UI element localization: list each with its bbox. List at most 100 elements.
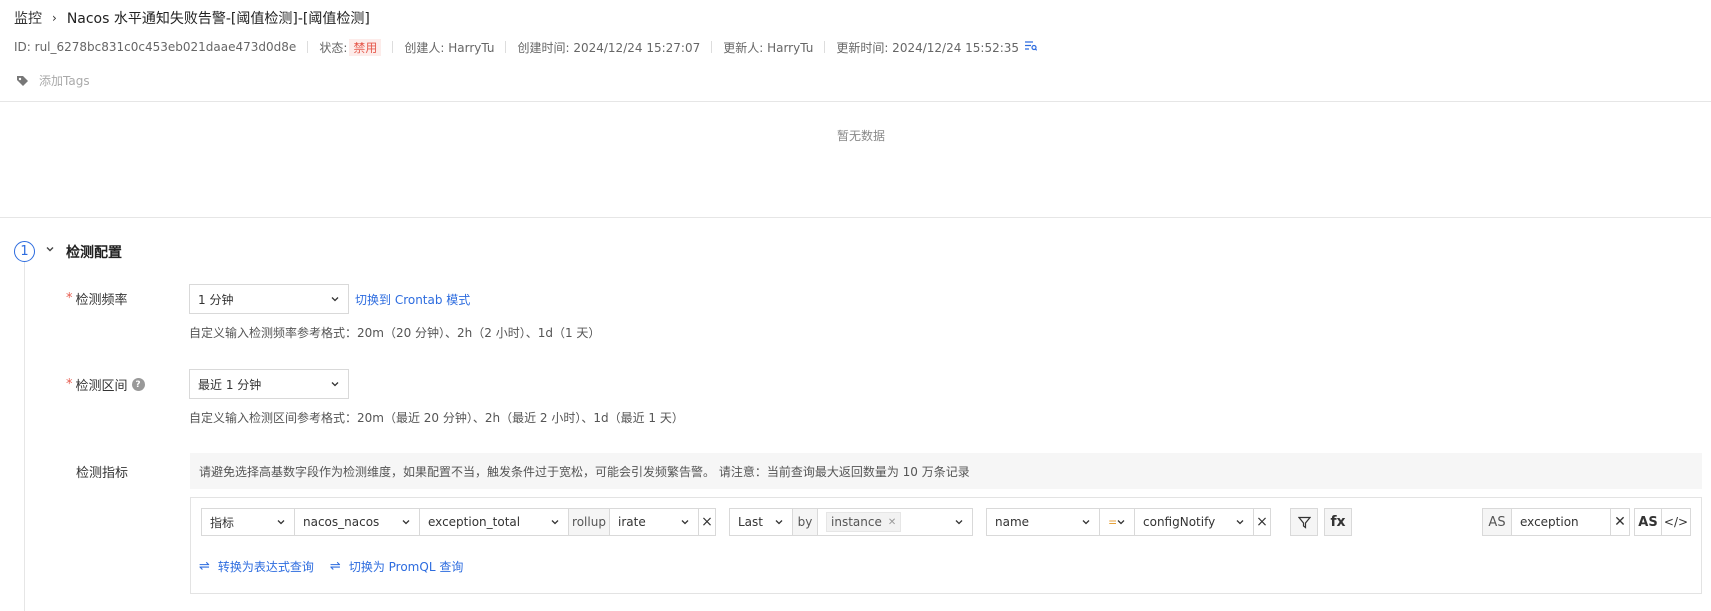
function-button[interactable]: fx — [1324, 508, 1352, 536]
rule-id: ID: rul_6278bc831c0c453eb021daae473d0d8e — [14, 40, 297, 54]
chevron-down-icon — [954, 517, 964, 527]
rollup-label: rollup — [568, 508, 610, 536]
frequency-label: 检测频率 — [75, 293, 128, 308]
created-at: 创建时间: 2024/12/24 15:27:07 — [517, 40, 701, 55]
group-by-chip-label: instance — [831, 515, 882, 529]
chevron-down-icon — [401, 517, 411, 527]
close-icon: × — [701, 514, 713, 530]
page-header: 监控 › Nacos 水平通知失败告警-[阈值检测]-[阈值检测] ID: ru… — [0, 0, 1711, 102]
meta-divider — [307, 41, 309, 53]
interval-hint: 自定义输入检测区间参考格式：20m（最近 20 分钟）、2h（最近 2 小时）、… — [189, 411, 684, 425]
chevron-down-icon — [1235, 517, 1245, 527]
alias-input[interactable]: exception — [1511, 508, 1611, 536]
breadcrumb-separator-icon: › — [52, 11, 57, 25]
close-icon: ✕ — [1614, 514, 1626, 530]
chevron-down-icon — [680, 517, 690, 527]
group-by-chip: instance ✕ — [826, 512, 902, 532]
chevron-down-icon — [774, 517, 784, 527]
switch-arrows-icon: ⇌ — [329, 559, 341, 574]
add-tags-button[interactable]: 添加Tags — [16, 72, 90, 89]
remove-filter-button[interactable]: × — [1253, 508, 1271, 536]
rollup-func-select[interactable]: irate — [609, 508, 699, 536]
chevron-down-icon — [276, 517, 286, 527]
add-tags-label: 添加Tags — [39, 74, 90, 88]
filter-key-select[interactable]: name — [986, 508, 1100, 536]
query-type-value: 指标 — [210, 515, 235, 530]
section-title: 检测配置 — [66, 245, 122, 261]
measurement-select[interactable]: nacos_nacos — [294, 508, 420, 536]
collapse-chevron-icon[interactable] — [45, 244, 55, 257]
interval-value: 最近 1 分钟 — [198, 377, 262, 392]
chevron-down-icon — [330, 379, 340, 389]
query-type-select[interactable]: 指标 — [201, 508, 295, 536]
group-by-select[interactable]: instance ✕ — [817, 508, 973, 536]
by-label: by — [792, 508, 818, 536]
switch-crontab-link[interactable]: 切换到 Crontab 模式 — [355, 291, 470, 308]
breadcrumb-parent-link[interactable]: 监控 — [14, 8, 42, 28]
chevron-down-icon — [330, 294, 340, 304]
code-view-button[interactable]: </> — [1661, 508, 1691, 536]
page-title: Nacos 水平通知失败告警-[阈值检测]-[阈值检测] — [66, 11, 370, 27]
filter-operator-value: = — [1108, 515, 1116, 529]
required-mark: * — [66, 291, 73, 306]
to-promql-label: 切换为 PromQL 查询 — [348, 560, 464, 574]
close-icon: × — [1256, 514, 1268, 530]
filter-operator-select[interactable]: = — [1099, 508, 1135, 536]
chevron-down-icon — [1116, 517, 1126, 527]
metric-label: 检测指标 — [76, 466, 129, 481]
switch-arrows-icon: ⇌ — [199, 559, 210, 574]
clear-alias-button[interactable]: ✕ — [1610, 508, 1630, 536]
to-promql-button[interactable]: ⇌ 切换为 PromQL 查询 — [330, 558, 463, 575]
to-expression-label: 转换为表达式查询 — [217, 560, 314, 574]
field-value: exception_total — [428, 515, 521, 529]
query-builder: 指标 nacos_nacos exception_total rollup ir… — [190, 497, 1702, 594]
empty-state-text: 暂无数据 — [837, 129, 886, 143]
metric-notice: 请避免选择高基数字段作为检测维度，如果配置不当，触发条件过于宽松，可能会引发频繁… — [190, 453, 1702, 489]
status-label: 状态: — [319, 40, 348, 55]
frequency-label-wrap: * 检测频率 — [66, 289, 128, 308]
measurement-value: nacos_nacos — [303, 515, 380, 529]
rule-meta: ID: rul_6278bc831c0c453eb021daae473d0d8e… — [14, 38, 1038, 56]
to-expression-button[interactable]: ⇌ 转换为表达式查询 — [199, 558, 314, 575]
tag-icon — [17, 75, 28, 86]
breadcrumb: 监控 › Nacos 水平通知失败告警-[阈值检测]-[阈值检测] — [14, 8, 370, 28]
interval-label: 检测区间 — [75, 379, 128, 394]
chevron-down-icon — [550, 517, 560, 527]
interval-select[interactable]: 最近 1 分钟 — [189, 369, 349, 399]
step-number: 1 — [14, 241, 35, 262]
filter-value-select[interactable]: configNotify — [1134, 508, 1254, 536]
field-select[interactable]: exception_total — [419, 508, 569, 536]
filter-icon — [1297, 516, 1311, 529]
remove-rollup-button[interactable]: × — [698, 508, 716, 536]
as-label: AS — [1482, 508, 1512, 536]
meta-divider — [505, 41, 507, 53]
code-icon: </> — [1663, 515, 1689, 529]
meta-divider — [711, 41, 713, 53]
query-actions: ⇌ 转换为表达式查询 ⇌ 切换为 PromQL 查询 — [199, 558, 479, 575]
remove-chip-icon[interactable]: ✕ — [888, 517, 896, 528]
chart-preview: 暂无数据 — [0, 103, 1711, 218]
alias-toggle-button[interactable]: AS — [1634, 508, 1662, 536]
meta-divider — [392, 41, 394, 53]
updated-at: 更新时间: 2024/12/24 15:52:35 — [836, 40, 1020, 55]
frequency-hint: 自定义输入检测频率参考格式：20m（20 分钟）、2h（2 小时）、1d（1 天… — [189, 326, 601, 340]
updater: 更新人: HarryTu — [723, 40, 814, 55]
required-mark: * — [66, 377, 73, 392]
history-list-icon[interactable] — [1025, 40, 1038, 54]
status-badge: 禁用 — [349, 38, 382, 56]
alias-value: exception — [1520, 515, 1579, 529]
filter-button[interactable] — [1290, 508, 1318, 536]
creator: 创建人: HarryTu — [404, 40, 495, 55]
filter-key-value: name — [995, 515, 1030, 529]
step-line — [24, 251, 25, 611]
frequency-select[interactable]: 1 分钟 — [189, 284, 349, 314]
rollup-func-value: irate — [618, 515, 646, 529]
frequency-value: 1 分钟 — [198, 292, 234, 307]
help-icon[interactable]: ? — [131, 378, 145, 391]
chevron-down-icon — [1081, 517, 1091, 527]
aggregation-select[interactable]: Last — [729, 508, 793, 536]
meta-divider — [824, 41, 826, 53]
status-field: 状态: 禁用 — [319, 38, 382, 56]
filter-value: configNotify — [1143, 515, 1216, 529]
interval-label-wrap: * 检测区间 ? — [66, 375, 145, 394]
